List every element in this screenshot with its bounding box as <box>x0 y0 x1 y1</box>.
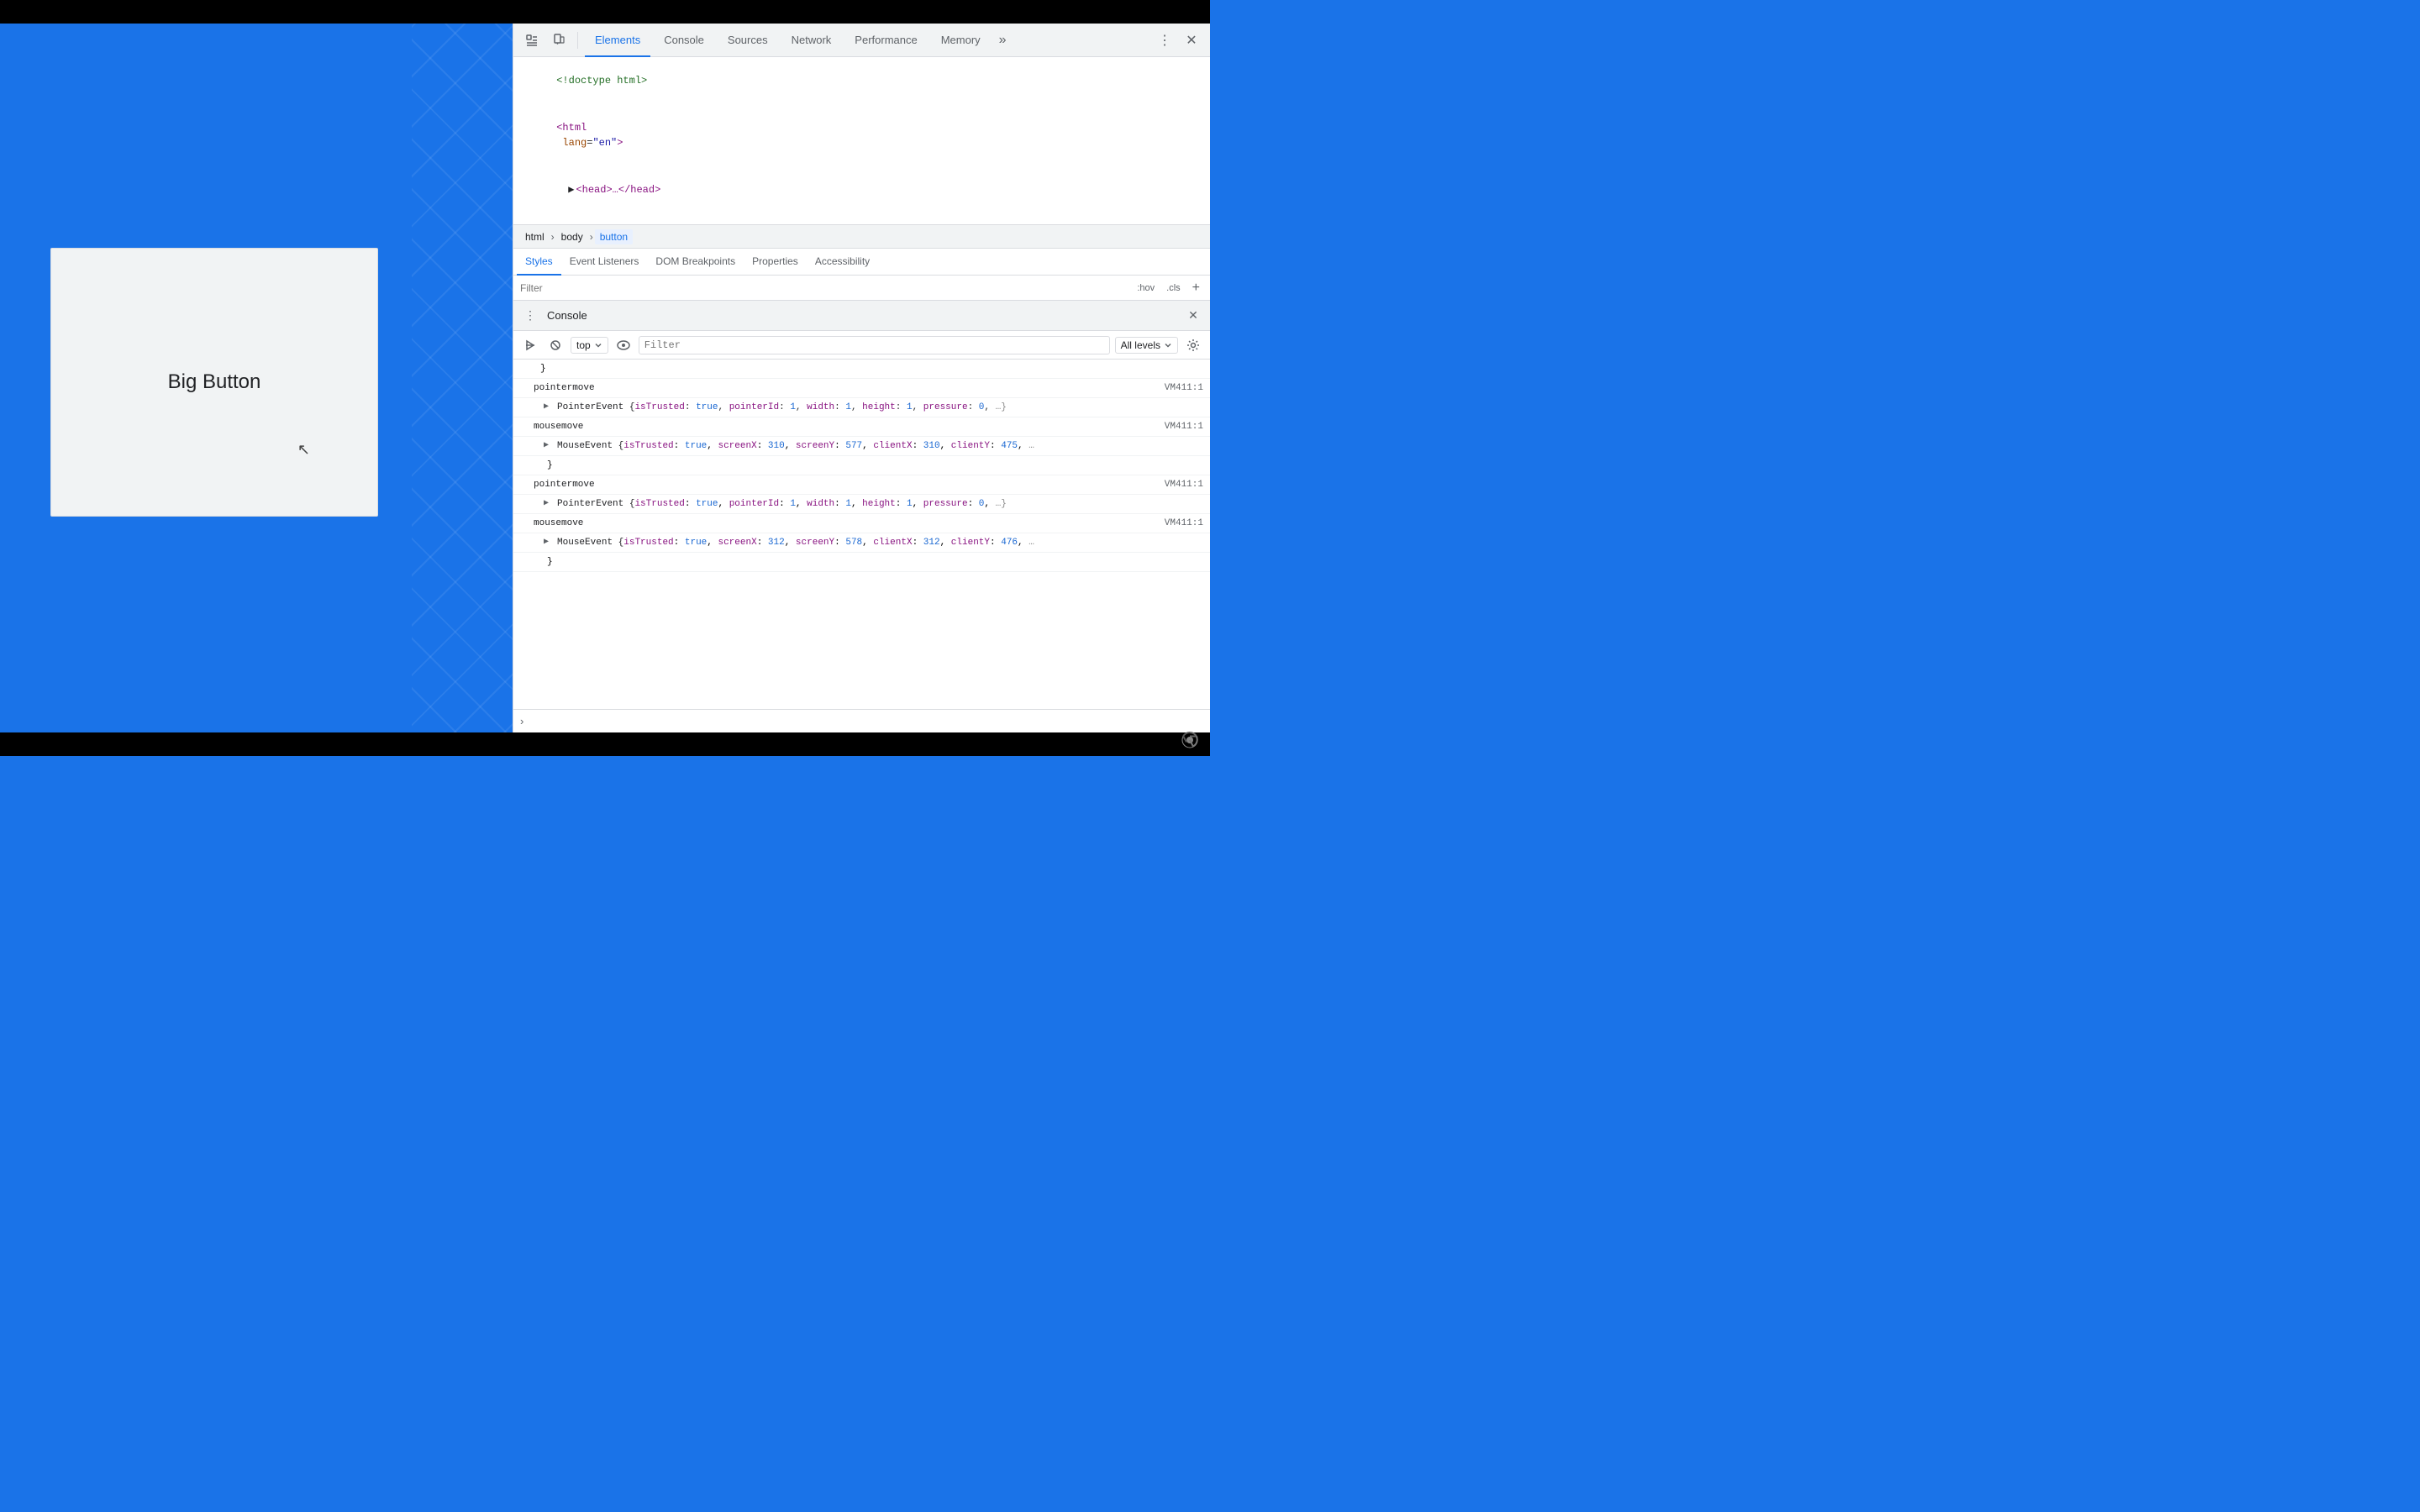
live-expression-button[interactable] <box>613 335 634 355</box>
console-pointermove-2[interactable]: pointermove VM411:1 <box>513 475 1210 495</box>
tab-performance[interactable]: Performance <box>844 24 927 57</box>
styles-tab-event-listeners[interactable]: Event Listeners <box>561 249 648 276</box>
big-button-container[interactable]: Big Button ↖ <box>50 248 378 517</box>
console-title: Console <box>544 309 1180 322</box>
doctype-line: <!doctype html> <box>513 57 1210 104</box>
devtools-panel: Elements Console Sources Network Perform… <box>513 24 1210 732</box>
head-triangle[interactable]: ▶ <box>568 182 574 197</box>
console-mousemove-2[interactable]: mousemove VM411:1 <box>513 514 1210 533</box>
console-output[interactable]: } pointermove VM411:1 ▶ PointerEvent {is… <box>513 360 1210 709</box>
console-input[interactable] <box>529 716 1203 727</box>
console-mousemove-2-close: } <box>513 553 1210 572</box>
console-brace-1: } <box>513 360 1210 379</box>
styles-tab-dom-breakpoints[interactable]: DOM Breakpoints <box>647 249 744 276</box>
console-settings-button[interactable] <box>1183 335 1203 355</box>
website-content: Big Button ↖ <box>34 66 395 699</box>
head-line[interactable]: ▶<head>…</head> <box>513 166 1210 213</box>
console-mousemove-1-close: } <box>513 456 1210 475</box>
big-button-text: Big Button <box>168 370 261 394</box>
styles-tab-styles[interactable]: Styles <box>517 249 561 276</box>
html-line[interactable]: <html lang="en"> <box>513 104 1210 166</box>
console-toolbar: top All levels <box>513 331 1210 360</box>
tab-console[interactable]: Console <box>654 24 714 57</box>
tab-elements[interactable]: Elements <box>585 24 650 57</box>
hov-button[interactable]: :hov <box>1134 281 1158 295</box>
console-pointermove-1[interactable]: pointermove VM411:1 <box>513 379 1210 398</box>
styles-tab-accessibility[interactable]: Accessibility <box>807 249 878 276</box>
console-mousemove-1-detail[interactable]: ▶ MouseEvent {isTrusted: true, screenX: … <box>513 437 1210 456</box>
toolbar-separator <box>577 32 578 49</box>
console-pointermove-2-detail[interactable]: ▶ PointerEvent {isTrusted: true, pointer… <box>513 495 1210 514</box>
console-mousemove-2-detail[interactable]: ▶ MouseEvent {isTrusted: true, screenX: … <box>513 533 1210 553</box>
tab-sources[interactable]: Sources <box>718 24 778 57</box>
console-panel: ⋮ Console ✕ top <box>513 301 1210 732</box>
console-pointermove-1-detail[interactable]: ▶ PointerEvent {isTrusted: true, pointer… <box>513 398 1210 417</box>
execute-button[interactable] <box>520 335 540 355</box>
tabs-overflow-button[interactable]: » <box>994 33 1012 48</box>
console-filter-container <box>639 336 1110 354</box>
bottom-bar <box>0 732 1210 756</box>
tab-memory[interactable]: Memory <box>931 24 991 57</box>
log-levels-selector[interactable]: All levels <box>1115 337 1178 354</box>
breadcrumb-body[interactable]: body <box>556 229 588 244</box>
chrome-logo <box>1181 732 1198 753</box>
elements-panel: <!doctype html> <html lang="en"> ▶<head>… <box>513 57 1210 225</box>
clear-console-button[interactable] <box>545 335 566 355</box>
console-menu-button[interactable]: ⋮ <box>520 306 540 326</box>
context-selector[interactable]: top <box>571 337 608 354</box>
body-open-line[interactable]: ▼<body> <box>513 213 1210 225</box>
inspect-element-button[interactable] <box>520 29 544 52</box>
styles-filter-input[interactable] <box>520 282 1127 294</box>
breadcrumb-html[interactable]: html <box>520 229 550 244</box>
breadcrumb-bar: html › body › button <box>513 225 1210 249</box>
page-area: Big Button ↖ <box>0 24 412 732</box>
console-mousemove-1[interactable]: mousemove VM411:1 <box>513 417 1210 437</box>
cls-button[interactable]: .cls <box>1163 281 1184 295</box>
add-style-button[interactable]: + <box>1189 279 1203 297</box>
mouse-cursor-indicator: ↖ <box>297 442 310 457</box>
breadcrumb-button[interactable]: button <box>595 229 633 244</box>
console-header: ⋮ Console ✕ <box>513 301 1210 331</box>
context-value: top <box>576 339 591 351</box>
styles-tab-properties[interactable]: Properties <box>744 249 807 276</box>
device-toolbar-button[interactable] <box>547 29 571 52</box>
tab-network[interactable]: Network <box>781 24 842 57</box>
console-prompt: › <box>520 715 523 727</box>
console-input-line: › <box>513 709 1210 732</box>
levels-value: All levels <box>1121 339 1160 351</box>
console-close-button[interactable]: ✕ <box>1183 306 1203 326</box>
top-bar <box>0 0 1210 24</box>
devtools-toolbar: Elements Console Sources Network Perform… <box>513 24 1210 57</box>
styles-tabs: Styles Event Listeners DOM Breakpoints P… <box>513 249 1210 276</box>
devtools-more-button[interactable]: ⋮ <box>1153 29 1176 52</box>
console-filter-input[interactable] <box>644 339 1104 351</box>
devtools-close-button[interactable]: ✕ <box>1180 29 1203 52</box>
filter-bar: :hov .cls + <box>513 276 1210 301</box>
